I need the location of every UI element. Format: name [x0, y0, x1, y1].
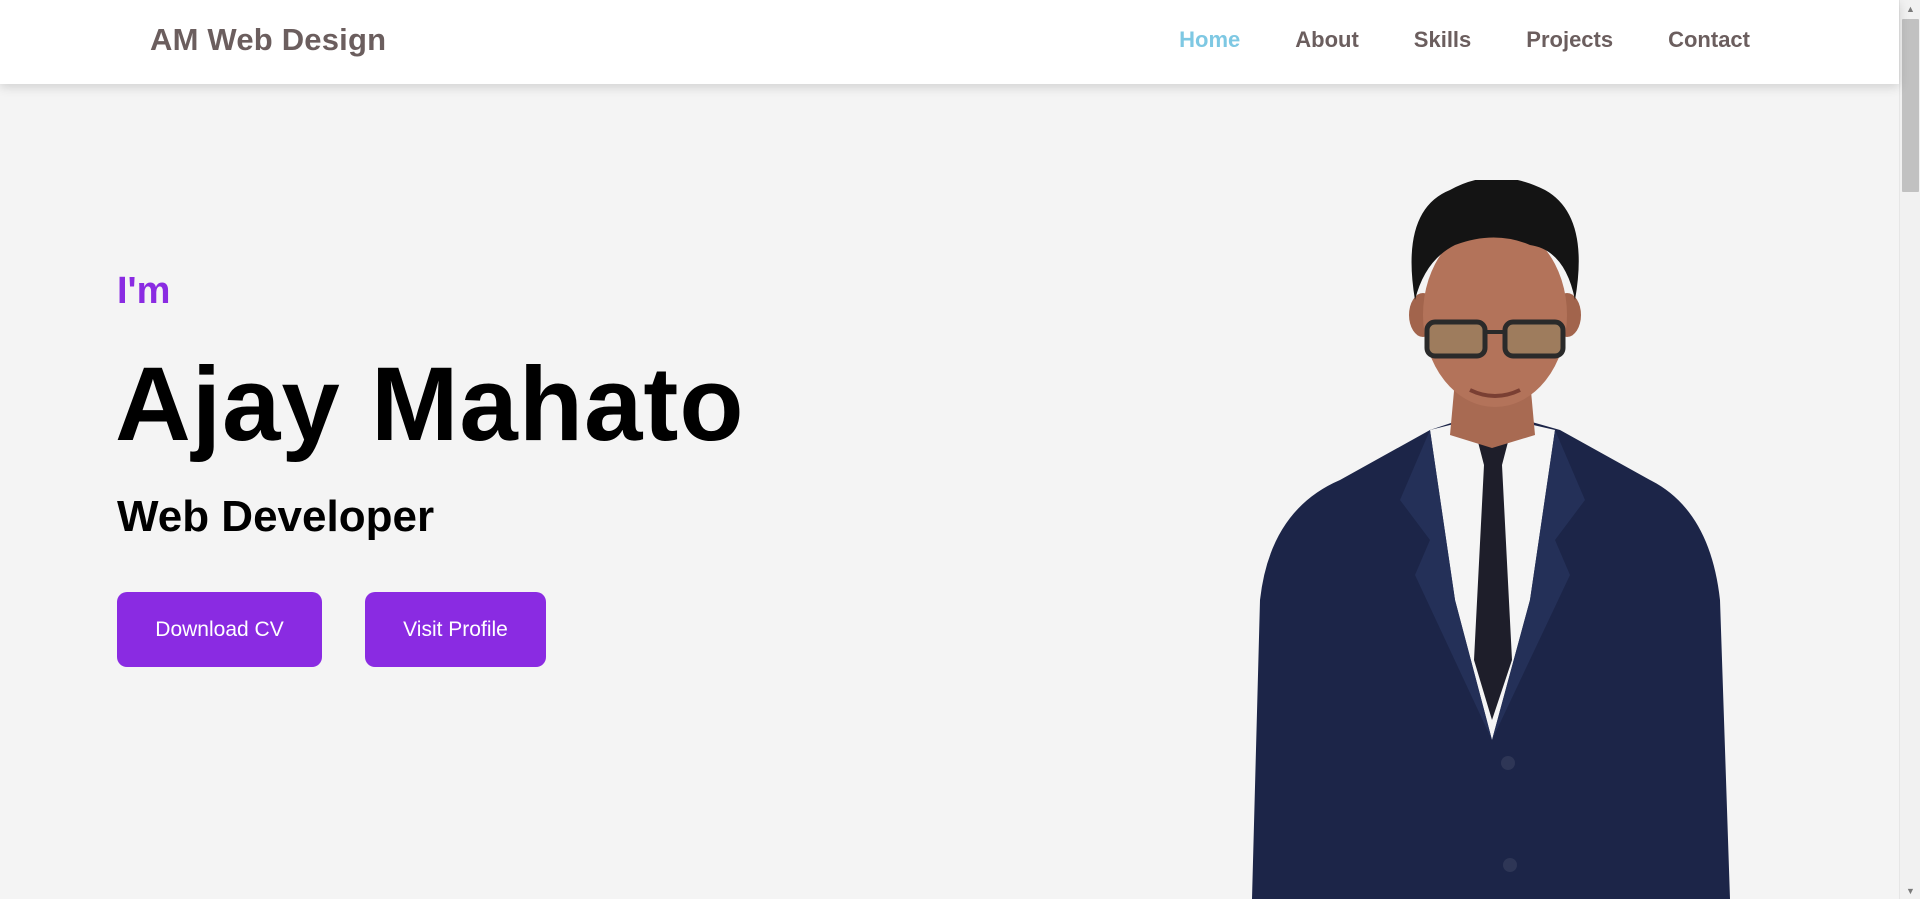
glasses-lens-left	[1424, 319, 1488, 359]
site-logo[interactable]: AM Web Design	[150, 22, 386, 58]
hero-intro: I'm	[117, 270, 171, 312]
nav-skills-link[interactable]: Skills	[1414, 27, 1471, 52]
suit-button	[1503, 858, 1517, 872]
download-cv-button[interactable]: Download CV	[117, 592, 322, 667]
suit-button	[1501, 756, 1515, 770]
hero-name: Ajay Mahato	[115, 346, 745, 463]
glasses-lens-right	[1502, 319, 1566, 359]
hero-role: Web Developer	[117, 492, 435, 541]
scroll-up-arrow-icon[interactable]: ▲	[1900, 0, 1920, 17]
site-header: AM Web Design Home About Skills Projects…	[0, 0, 1899, 84]
visit-profile-button[interactable]: Visit Profile	[365, 592, 546, 667]
profile-photo	[1252, 180, 1730, 899]
nav-home-link[interactable]: Home	[1179, 27, 1240, 52]
scroll-down-arrow-icon[interactable]: ▼	[1900, 882, 1920, 899]
scrollbar-thumb[interactable]	[1902, 19, 1919, 192]
nav-about-link[interactable]: About	[1295, 27, 1359, 52]
nav-contact-link[interactable]: Contact	[1668, 27, 1750, 52]
nav-projects-link[interactable]: Projects	[1526, 27, 1613, 52]
vertical-scrollbar[interactable]: ▲ ▼	[1899, 0, 1920, 899]
main-nav: Home About Skills Projects Contact	[1124, 27, 1750, 53]
